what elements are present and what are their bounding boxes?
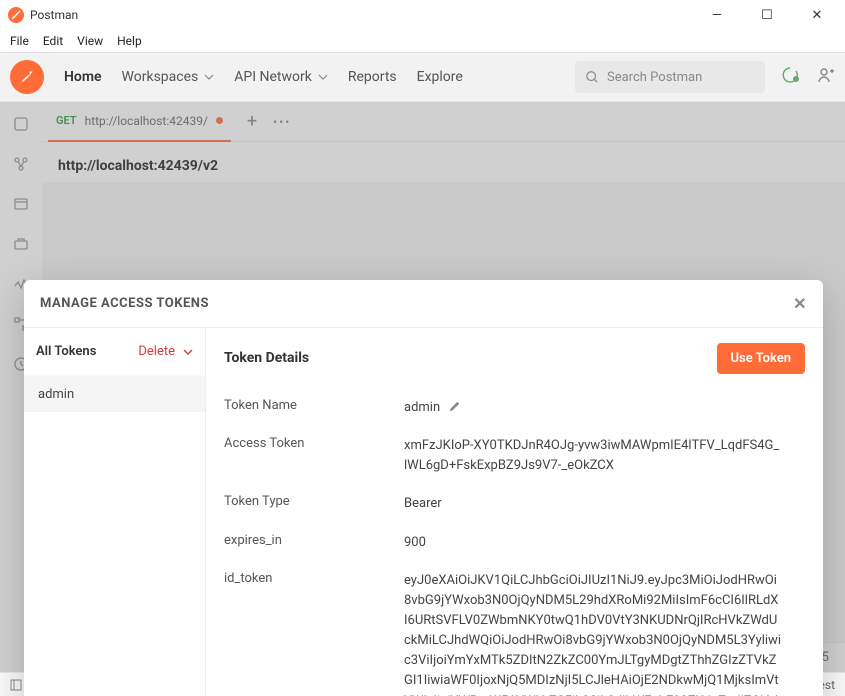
minimize-button[interactable]: — — [703, 8, 731, 23]
token-list-item[interactable]: admin — [24, 376, 205, 412]
use-token-button[interactable]: Use Token — [717, 343, 805, 374]
menubar: File Edit View Help — [0, 30, 845, 52]
expires-in-value: 900 — [404, 533, 426, 553]
search-icon — [585, 70, 599, 84]
field-expires-in: expires_in 900 — [224, 533, 781, 553]
close-dialog-button[interactable]: ✕ — [793, 294, 807, 313]
token-list-sidebar: All Tokens Delete admin — [24, 328, 206, 696]
delete-token-dropdown[interactable]: Delete — [138, 344, 193, 359]
token-details-heading: Token Details — [224, 350, 309, 366]
maximize-button[interactable]: ☐ — [753, 8, 781, 23]
chevron-down-icon — [183, 347, 193, 357]
field-token-name: Token Name admin — [224, 398, 781, 418]
invite-icon[interactable] — [817, 66, 835, 88]
search-placeholder: Search Postman — [607, 70, 702, 85]
field-access-token: Access Token xmFzJKIoP-XY0TKDJnR4OJg-yvw… — [224, 436, 781, 476]
id-token-value: eyJ0eXAiOiJKV1QiLCJhbGciOiJIUzI1NiJ9.eyJ… — [404, 571, 781, 696]
app-title: Postman — [30, 8, 78, 22]
field-token-type: Token Type Bearer — [224, 494, 781, 514]
nav-reports[interactable]: Reports — [338, 52, 407, 102]
titlebar: Postman — ☐ ✕ — [0, 0, 845, 30]
all-tokens-tab[interactable]: All Tokens — [36, 344, 96, 359]
token-name-value: admin — [404, 398, 440, 418]
token-type-value: Bearer — [404, 494, 442, 514]
close-window-button[interactable]: ✕ — [803, 8, 831, 23]
chevron-down-icon — [204, 72, 214, 82]
nav-explore[interactable]: Explore — [407, 52, 473, 102]
nav-home[interactable]: Home — [54, 52, 112, 102]
manage-tokens-dialog: MANAGE ACCESS TOKENS ✕ All Tokens Delete… — [24, 280, 823, 696]
chevron-down-icon — [318, 72, 328, 82]
search-input[interactable]: Search Postman — [575, 61, 765, 93]
edit-icon[interactable] — [448, 400, 461, 413]
access-token-value: xmFzJKIoP-XY0TKDJnR4OJg-yvw3iwMAWpmIE4lT… — [404, 436, 781, 476]
nav-api-network[interactable]: API Network — [224, 52, 338, 102]
postman-logo[interactable] — [10, 60, 44, 94]
menu-file[interactable]: File — [10, 34, 29, 48]
menu-help[interactable]: Help — [117, 34, 142, 48]
nav-workspaces[interactable]: Workspaces — [112, 52, 225, 102]
dialog-title: MANAGE ACCESS TOKENS — [40, 296, 209, 311]
field-id-token: id_token eyJ0eXAiOiJKV1QiLCJhbGciOiJIUzI… — [224, 571, 781, 696]
menu-view[interactable]: View — [77, 34, 103, 48]
app-icon — [8, 7, 24, 23]
sync-icon[interactable] — [781, 66, 799, 88]
menu-edit[interactable]: Edit — [43, 34, 63, 48]
top-nav: Home Workspaces API Network Reports Expl… — [0, 52, 845, 102]
